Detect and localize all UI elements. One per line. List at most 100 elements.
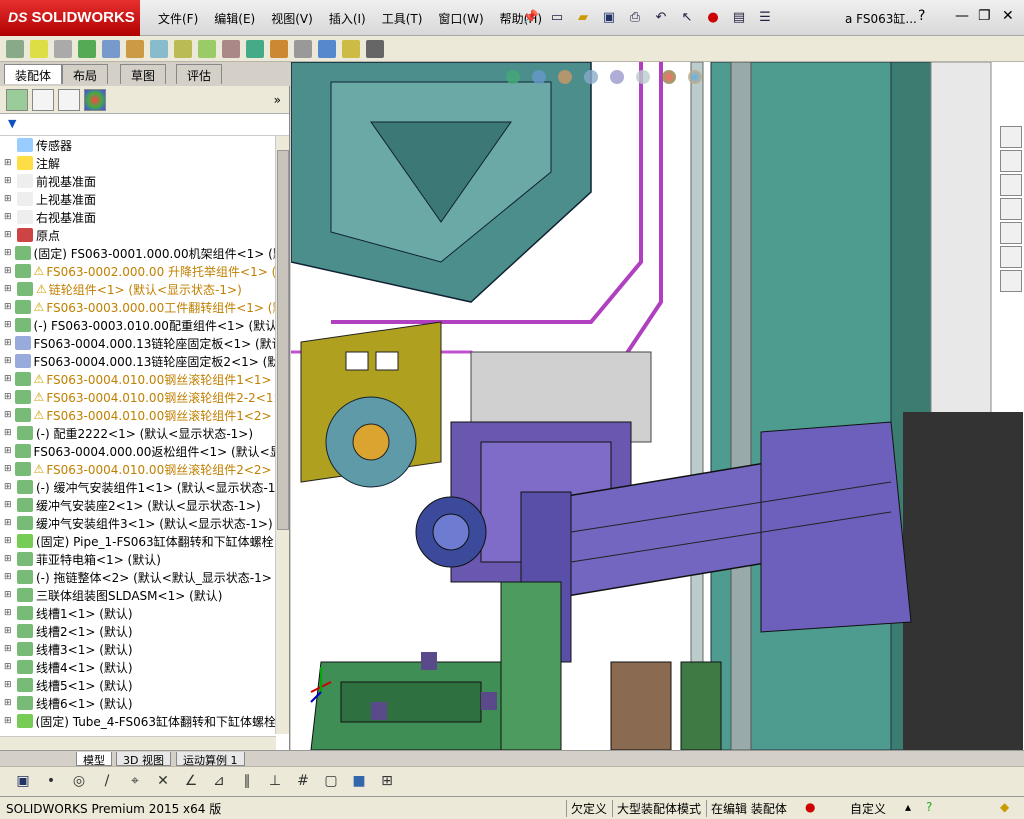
print-icon[interactable]: ⎙: [624, 6, 646, 28]
appearance-icon[interactable]: [662, 70, 676, 84]
expand-icon[interactable]: ⊞: [4, 518, 14, 528]
smart-dimension-icon[interactable]: ⊿: [210, 773, 228, 791]
property-manager-tab-icon[interactable]: [32, 88, 54, 111]
tree-item[interactable]: ⊞ 线槽1<1> (默认): [0, 604, 276, 622]
units-caret-icon[interactable]: ▴: [905, 800, 911, 814]
expand-icon[interactable]: ⊞: [4, 482, 14, 492]
tree-item[interactable]: ⊞ 原点: [0, 226, 276, 244]
tree-item[interactable]: ⊞ 线槽6<1> (默认): [0, 694, 276, 712]
update-speedpak-icon[interactable]: [342, 39, 360, 58]
explode-line-icon[interactable]: [294, 39, 312, 58]
tab-0[interactable]: 装配体: [4, 64, 63, 84]
expand-icon[interactable]: ⊞: [4, 626, 14, 636]
tree-item[interactable]: ⊞ 线槽2<1> (默认): [0, 622, 276, 640]
configuration-manager-tab-icon[interactable]: [58, 88, 80, 111]
expand-icon[interactable]: ⊞: [4, 302, 12, 312]
tree-item[interactable]: ⊞ (-) FS063-0003.010.00配重组件<1> (默认: [0, 316, 276, 334]
tree-item[interactable]: ⊞ 右视基准面: [0, 208, 276, 226]
mate-icon[interactable]: [30, 39, 48, 58]
appearances-icon[interactable]: [1000, 222, 1022, 244]
view-palette-icon[interactable]: [1000, 198, 1022, 220]
model-tab-0[interactable]: 模型: [76, 752, 112, 767]
previous-view-icon[interactable]: [558, 70, 572, 84]
view-orientation-icon[interactable]: [610, 70, 624, 84]
tree-item[interactable]: 传感器: [0, 136, 276, 154]
expand-icon[interactable]: ⊞: [4, 212, 14, 222]
open-folder-icon[interactable]: ▰: [572, 6, 594, 28]
zoom-to-fit-icon[interactable]: [506, 70, 520, 84]
trim-icon[interactable]: ✕: [154, 773, 172, 791]
expand-icon[interactable]: ⊞: [4, 644, 14, 654]
bill-of-materials-icon[interactable]: [246, 39, 264, 58]
show-hidden-icon[interactable]: [150, 39, 168, 58]
expand-icon[interactable]: ⊞: [4, 608, 14, 618]
perpendicular-icon[interactable]: ⊥: [266, 773, 284, 791]
tree-item[interactable]: ⊞ 注解: [0, 154, 276, 172]
menu-item[interactable]: 窗口(W): [430, 10, 491, 27]
pin-icon[interactable]: 📌: [520, 6, 542, 28]
shaded-cube-icon[interactable]: ■: [350, 773, 368, 791]
tree-item[interactable]: ⊞ ⚠FS063-0004.010.00钢丝滚轮组件2-2<1> (默: [0, 388, 276, 406]
minimize-icon[interactable]: —: [955, 8, 969, 24]
expand-icon[interactable]: ⊞: [4, 572, 14, 582]
expand-icon[interactable]: ⊞: [4, 374, 12, 384]
tag-icon[interactable]: ◆: [1000, 800, 1009, 814]
smart-fasteners-icon[interactable]: [102, 39, 120, 58]
display-manager-tab-icon[interactable]: [84, 88, 106, 111]
expand-icon[interactable]: ⊞: [4, 536, 14, 546]
design-library-icon[interactable]: [1000, 150, 1022, 172]
section-view-icon[interactable]: [584, 70, 598, 84]
tree-item[interactable]: ⊞ 前视基准面: [0, 172, 276, 190]
expand-icon[interactable]: ⊞: [4, 590, 14, 600]
table-icon[interactable]: ⊞: [378, 773, 396, 791]
menu-item[interactable]: 文件(F): [150, 10, 206, 27]
tree-item[interactable]: ⊞ 上视基准面: [0, 190, 276, 208]
solidworks-forum-icon[interactable]: [1000, 270, 1022, 292]
expand-icon[interactable]: ⊞: [4, 410, 12, 420]
expand-icon[interactable]: ⊞: [4, 158, 14, 168]
tree-item[interactable]: ⊞ ⚠ FS063-0003.000.00工件翻转组件<1> (默: [0, 298, 276, 316]
expand-icon[interactable]: ⊞: [4, 680, 14, 690]
tree-item[interactable]: ⊞ ⚠ FS063-0002.000.00 升降托举组件<1> (默: [0, 262, 276, 280]
menu-item[interactable]: 插入(I): [321, 10, 374, 27]
move-component-icon[interactable]: [126, 39, 144, 58]
units-selector[interactable]: 自定义: [850, 800, 886, 817]
tree-vertical-scrollbar[interactable]: [275, 136, 289, 734]
line-icon[interactable]: /: [98, 773, 116, 791]
parallel-icon[interactable]: ∥: [238, 773, 256, 791]
file-properties-icon[interactable]: ▤: [728, 6, 750, 28]
exploded-view-icon[interactable]: [270, 39, 288, 58]
expand-icon[interactable]: ⊞: [4, 194, 14, 204]
tree-item[interactable]: ⊞ 线槽4<1> (默认): [0, 658, 276, 676]
model-tab-1[interactable]: 3D 视图: [116, 752, 171, 767]
tree-item[interactable]: ⊞ (-) 拖链整体<2> (默认<默认_显示状态-1>: [0, 568, 276, 586]
tree-item[interactable]: ⊞ ⚠ FS063-0004.010.00钢丝滚轮组件1<2> (默: [0, 406, 276, 424]
undo-icon[interactable]: ↶: [650, 6, 672, 28]
home-icon[interactable]: [1000, 126, 1022, 148]
feature-manager-tab-icon[interactable]: [6, 88, 28, 111]
display-style-icon[interactable]: [636, 70, 650, 84]
scene-icon[interactable]: [688, 70, 702, 84]
expand-icon[interactable]: ⊞: [4, 176, 14, 186]
tree-item[interactable]: ⊞ (固定) Pipe_1-FS063缸体翻转和下缸体螺栓: [0, 532, 276, 550]
tree-item[interactable]: ⊞ (固定) Tube_4-FS063缸体翻转和下缸体螺栓: [0, 712, 276, 730]
paperclip-icon[interactable]: [54, 39, 72, 58]
menu-item[interactable]: 工具(T): [374, 10, 431, 27]
grid-icon[interactable]: #: [294, 773, 312, 791]
cube-icon[interactable]: ▢: [322, 773, 340, 791]
expand-icon[interactable]: ⊞: [4, 338, 12, 348]
take-snapshot-icon[interactable]: [366, 39, 384, 58]
expand-panel-icon[interactable]: »: [274, 93, 281, 107]
expand-icon[interactable]: ⊞: [4, 230, 14, 240]
expand-icon[interactable]: ⊞: [4, 284, 14, 294]
expand-icon[interactable]: ⊞: [4, 428, 14, 438]
expand-icon[interactable]: ⊞: [4, 500, 14, 510]
model-tab-2[interactable]: 运动算例 1: [176, 752, 245, 767]
tree-item[interactable]: ⊞ (-) 配重2222<1> (默认<显示状态-1>): [0, 424, 276, 442]
tree-item[interactable]: ⊞ 菲亚特电箱<1> (默认): [0, 550, 276, 568]
options-icon[interactable]: ☰: [754, 6, 776, 28]
center-point-icon[interactable]: ⌖: [126, 773, 144, 791]
instant3d-icon[interactable]: [318, 39, 336, 58]
tree-item[interactable]: ⊞ 线槽5<1> (默认): [0, 676, 276, 694]
zoom-area-icon[interactable]: [532, 70, 546, 84]
